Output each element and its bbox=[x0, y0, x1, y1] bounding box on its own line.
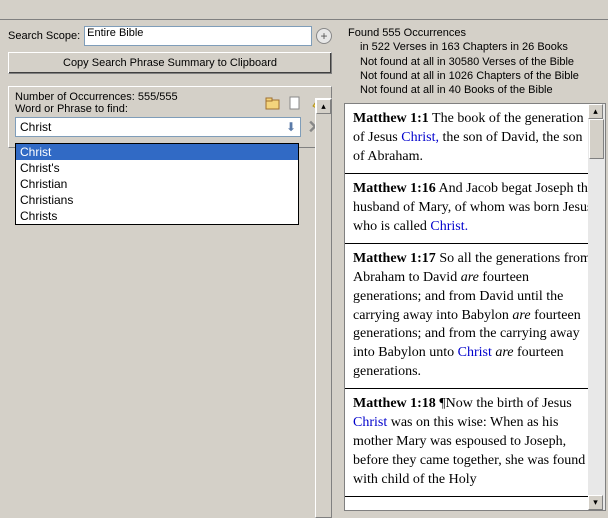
stats-line-2: in 522 Verses in 163 Chapters in 26 Book… bbox=[348, 40, 604, 54]
scroll-up-button[interactable]: ▴ bbox=[588, 104, 603, 119]
add-scope-button[interactable]: + bbox=[316, 28, 332, 44]
result-item[interactable]: Matthew 1:17 So all the generations from… bbox=[345, 244, 605, 389]
verse-reference: Matthew 1:18 bbox=[353, 396, 436, 411]
scroll-track[interactable] bbox=[588, 159, 605, 495]
stats-line-5: Not found at all in 40 Books of the Bibl… bbox=[348, 83, 604, 97]
keyword-highlight: Christ. bbox=[430, 219, 468, 234]
main-area: Search Scope: Entire Bible + Copy Search… bbox=[0, 20, 608, 515]
dropdown-item[interactable]: Christian bbox=[16, 176, 298, 192]
dropdown-item[interactable]: Christs bbox=[16, 208, 298, 224]
verse-reference: Matthew 1:1 bbox=[353, 111, 429, 126]
scroll-down-button[interactable]: ▾ bbox=[588, 495, 603, 510]
dropdown-arrow-icon[interactable]: ⬇ bbox=[286, 120, 296, 134]
phrase-label: Word or Phrase to find: bbox=[15, 103, 178, 115]
plus-icon: + bbox=[320, 29, 327, 43]
result-item[interactable]: Matthew 1:1 The book of the generation o… bbox=[345, 104, 605, 174]
result-item[interactable]: Matthew 1:18 ¶Now the birth of Jesus Chr… bbox=[345, 389, 605, 496]
results-list: Matthew 1:1 The book of the generation o… bbox=[344, 103, 606, 511]
italic-word: are bbox=[495, 345, 513, 360]
stats-line-1: Found 555 Occurrences bbox=[348, 26, 604, 40]
verse-text: was on this wise: When as his mother Mar… bbox=[353, 415, 585, 487]
verse-text: ¶Now the birth of Jesus bbox=[436, 396, 572, 411]
scroll-up-button[interactable]: ▴ bbox=[316, 99, 331, 114]
phrase-input[interactable]: Christ ⬇ bbox=[15, 117, 301, 137]
search-phrase-panel: Number of Occurrences: 555/555 Word or P… bbox=[8, 86, 332, 148]
panel-scrollbar[interactable]: ▴ bbox=[315, 98, 332, 518]
results-scrollbar[interactable]: ▴ ▾ bbox=[588, 104, 605, 510]
stats-line-4: Not found at all in 1026 Chapters of the… bbox=[348, 69, 604, 83]
results-pane: Found 555 Occurrences in 522 Verses in 1… bbox=[340, 20, 608, 515]
dropdown-item[interactable]: Christ's bbox=[16, 160, 298, 176]
autocomplete-dropdown: ChristChrist'sChristianChristiansChrists bbox=[15, 143, 299, 225]
folder-icon[interactable] bbox=[265, 95, 281, 111]
scope-select[interactable]: Entire Bible bbox=[84, 26, 312, 46]
keyword-highlight: Christ, bbox=[401, 130, 439, 145]
keyword-highlight: Christ bbox=[353, 415, 387, 430]
scroll-thumb[interactable] bbox=[589, 119, 604, 159]
page-icon[interactable] bbox=[287, 95, 303, 111]
italic-word: are bbox=[512, 308, 530, 323]
scope-value: Entire Bible bbox=[87, 27, 143, 39]
occurrences-label: Number of Occurrences: 555/555 bbox=[15, 91, 178, 103]
search-stats: Found 555 Occurrences in 522 Verses in 1… bbox=[344, 24, 608, 103]
top-toolbar bbox=[0, 0, 608, 20]
keyword-highlight: Christ bbox=[458, 345, 492, 360]
search-pane: Search Scope: Entire Bible + Copy Search… bbox=[0, 20, 340, 515]
italic-word: are bbox=[461, 270, 479, 285]
result-item[interactable]: Matthew 1:16 And Jacob begat Joseph the … bbox=[345, 174, 605, 244]
verse-reference: Matthew 1:16 bbox=[353, 181, 436, 196]
verse-reference: Matthew 1:17 bbox=[353, 251, 436, 266]
phrase-value: Christ bbox=[20, 120, 51, 134]
dropdown-item[interactable]: Christ bbox=[16, 144, 298, 160]
stats-line-3: Not found at all in 30580 Verses of the … bbox=[348, 55, 604, 69]
copy-summary-button[interactable]: Copy Search Phrase Summary to Clipboard bbox=[8, 52, 332, 74]
scope-row: Search Scope: Entire Bible + bbox=[8, 26, 332, 46]
scope-label: Search Scope: bbox=[8, 30, 80, 42]
dropdown-item[interactable]: Christians bbox=[16, 192, 298, 208]
